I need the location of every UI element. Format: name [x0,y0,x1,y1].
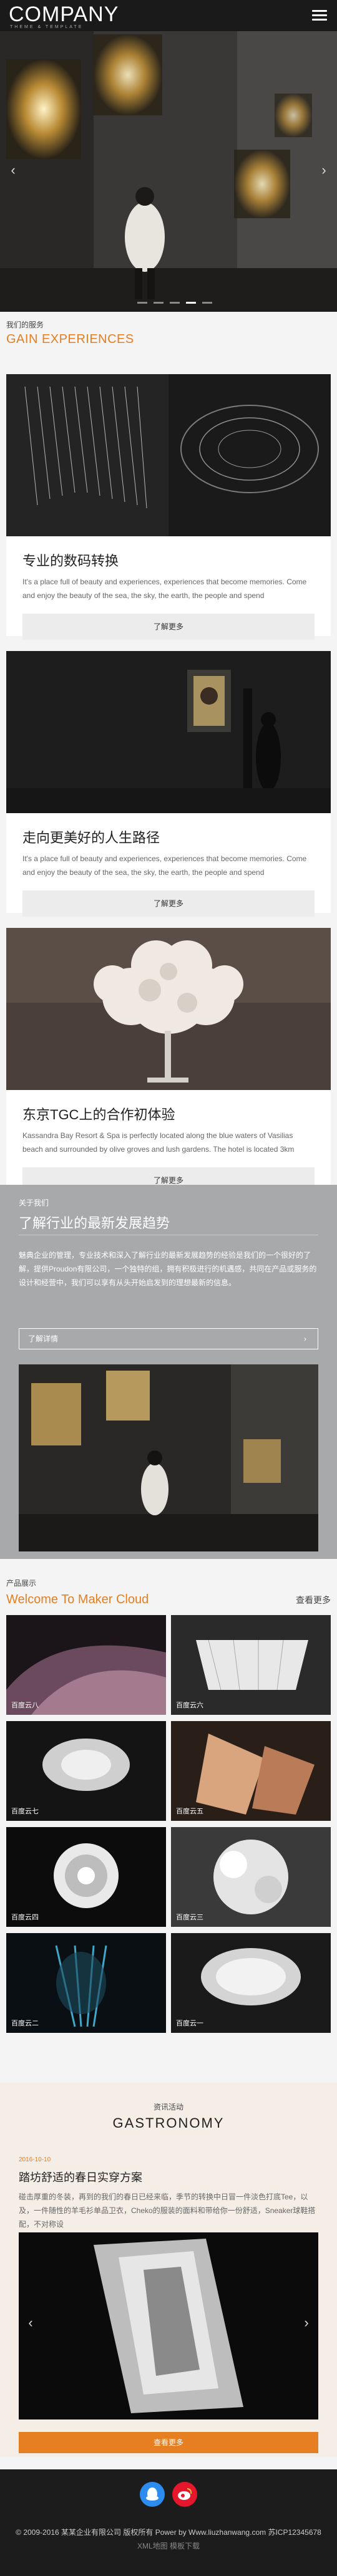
site-footer: © 2009-2016 某某企业有限公司 版权所有 Power by Www.l… [0,2469,337,2576]
hero-dot-active[interactable] [186,302,196,304]
product-name: 百度云六 [176,1702,203,1709]
chevron-right-icon: › [304,1334,306,1343]
news-headline[interactable]: 踏坊舒适的春日实穿方案 [19,2169,142,2185]
product-name: 百度云一 [176,2020,203,2027]
copyright-text: © 2009-2016 某某企业有限公司 版权所有 Power by Www.l… [16,2528,321,2537]
news-section: 资讯活动 GASTRONOMY 2016-10-10 踏坊舒适的春日实穿方案 碰… [0,2083,337,2457]
site-header: COMPANY THEME & TEMPLATE [0,0,337,31]
service-card: 走向更美好的人生路径 It's a place full of beauty a… [6,651,331,917]
section-label: 产品展示 [6,1579,37,1588]
service-card-text: It's a place full of beauty and experien… [22,854,307,877]
section-label: 我们的服务 [6,321,44,329]
section-label: 资讯活动 [153,2103,183,2111]
hero-banner: ‹ › [0,0,337,312]
hero-dot[interactable] [170,302,180,304]
product-item[interactable]: 百度云五 [171,1721,331,1821]
hero-image [0,0,337,312]
service-card-text: It's a place full of beauty and experien… [22,577,307,600]
product-name: 百度云三 [176,1914,203,1921]
site-logo[interactable]: COMPANY [9,2,119,27]
view-more-link[interactable]: 查看更多 [296,1594,331,1606]
hero-next-arrow[interactable]: › [315,161,333,180]
service-card-title[interactable]: 走向更美好的人生路径 [22,827,331,847]
product-name: 百度云四 [11,1914,39,1921]
product-item[interactable]: 百度云七 [6,1721,166,1821]
about-more-button[interactable]: 了解详情 › [19,1328,318,1349]
news-image[interactable]: ‹ › [19,2232,318,2419]
news-prev-arrow[interactable]: ‹ [21,2313,40,2332]
product-name: 百度云五 [176,1808,203,1815]
about-image [19,1364,318,1551]
product-name: 百度云七 [11,1808,39,1815]
news-text: 碰击厚重的冬装，再到的我们的春日已经来临，季节的转换中日冒一件淡色打底Tee，以… [19,2192,316,2229]
service-card-title[interactable]: 东京TGC上的合作初体验 [22,1104,331,1124]
product-item[interactable]: 百度云三 [171,1827,331,1927]
about-more-label: 了解详情 [28,1334,59,1343]
hero-prev-arrow[interactable]: ‹ [4,161,22,180]
learn-more-button[interactable]: 了解更多 [22,890,315,917]
section-title: GASTRONOMY [112,2115,225,2131]
footer-links[interactable]: XML地图 模板下载 [0,2540,337,2551]
hero-dot[interactable] [202,302,212,304]
news-date: 2016-10-10 [19,2156,51,2163]
service-card-text: Kassandra Bay Resort & Spa is perfectly … [22,1131,295,1154]
site-logo-subtitle: THEME & TEMPLATE [10,25,84,29]
product-name: 百度云二 [11,2020,39,2027]
hero-dot[interactable] [137,302,147,304]
section-title: 了解行业的最新发展趋势 [19,1215,170,1231]
product-item[interactable]: 百度云四 [6,1827,166,1927]
service-card-title[interactable]: 专业的数码转换 [22,550,331,570]
section-title: Welcome To Maker Cloud [6,1593,149,1606]
product-name: 百度云八 [11,1702,39,1709]
news-next-arrow[interactable]: › [297,2313,316,2332]
product-item[interactable]: 百度云六 [171,1615,331,1715]
qq-icon[interactable] [140,2482,165,2507]
menu-icon[interactable] [312,10,327,21]
section-label: 关于我们 [19,1199,49,1207]
weibo-icon[interactable] [172,2482,197,2507]
view-more-button[interactable]: 查看更多 [19,2432,318,2453]
services-heading: 我们的服务 GAIN EXPERIENCES [6,319,134,347]
service-card-image[interactable] [6,651,331,813]
service-card: 东京TGC上的合作初体验 Kassandra Bay Resort & Spa … [6,928,331,1194]
about-text: 魅典企业的管理，专业技术和深入了解行业的最新发展趋势的经验是我们的一个很好的了解… [19,1251,317,1287]
service-card-image[interactable] [6,374,331,536]
product-item[interactable]: 百度云八 [6,1615,166,1715]
service-card: 专业的数码转换 It's a place full of beauty and … [6,374,331,640]
about-section: 关于我们 了解行业的最新发展趋势 魅典企业的管理，专业技术和深入了解行业的最新发… [0,1185,337,1559]
product-item[interactable]: 百度云一 [171,1933,331,2033]
service-card-image[interactable] [6,928,331,1090]
section-title: GAIN EXPERIENCES [6,332,134,346]
hero-dot[interactable] [154,302,164,304]
learn-more-button[interactable]: 了解更多 [22,614,315,640]
product-item[interactable]: 百度云二 [6,1933,166,2033]
hero-pagination [137,302,212,304]
